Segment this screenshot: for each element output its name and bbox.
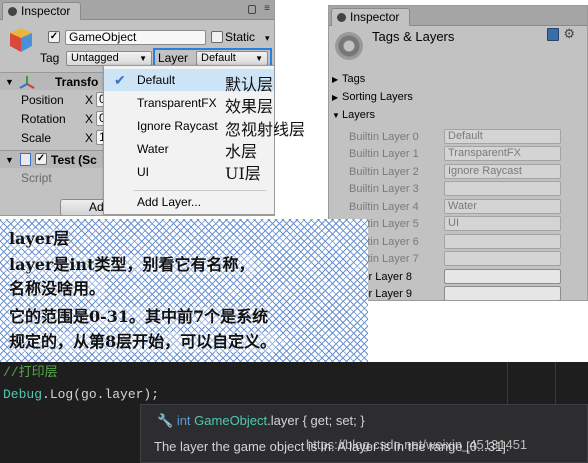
tags-layers-title: Tags & Layers — [372, 29, 455, 44]
annotation-ui: UI层 — [225, 164, 261, 183]
script-label: Script — [21, 171, 52, 185]
static-label: Static — [225, 30, 256, 44]
inspector-tab-bar: Inspector — [329, 6, 587, 26]
foldout-icon[interactable]: ▼ — [5, 155, 14, 165]
layer-name-input[interactable] — [444, 269, 561, 284]
layer-row-label: Builtin Layer 0 — [349, 131, 419, 143]
layer-name-field: TransparentFX — [444, 146, 561, 161]
static-checkbox[interactable] — [211, 31, 223, 43]
tooltip-accessors: { get; set; } — [298, 413, 365, 428]
tags-foldout[interactable]: ▶ Tags — [332, 72, 365, 87]
note-line: 它的范围是0-31。其中前7个是系统 — [9, 307, 269, 327]
note-line: layer层 — [9, 229, 70, 249]
annotation-transparentfx: 效果层 — [225, 97, 274, 116]
tags-layers-gear-icon — [335, 32, 363, 60]
add-layer-option[interactable]: Add Layer... — [104, 191, 274, 213]
gameobject-name-field[interactable]: GameObject — [65, 30, 206, 45]
layer-option-label: Default — [137, 73, 176, 87]
layers-section-label: Layers — [342, 109, 376, 121]
layer-option-label: Water — [137, 142, 169, 156]
scale-label: Scale — [21, 131, 52, 145]
script-file-icon — [20, 153, 31, 166]
layer-option-label: TransparentFX — [137, 96, 217, 110]
foldout-icon[interactable]: ▼ — [5, 77, 14, 87]
chevron-down-icon: ▼ — [139, 54, 147, 63]
position-label: Position — [21, 93, 64, 107]
inspector-tab[interactable]: Inspector — [2, 2, 82, 20]
foldout-down-icon: ▼ — [332, 111, 340, 120]
info-icon — [337, 13, 346, 22]
tooltip-keyword: int — [176, 413, 191, 428]
tag-dropdown-value: Untagged — [71, 52, 119, 64]
info-icon — [8, 7, 17, 16]
rotation-label: Rotation — [21, 112, 66, 126]
intellisense-tooltip: 🔧 int GameObject.layer { get; set; } The… — [140, 404, 588, 463]
rotation-x-label: X — [85, 112, 94, 126]
gameobject-cube-icon — [10, 28, 32, 52]
layer-name-field — [444, 251, 561, 266]
static-dropdown-arrow-icon[interactable]: ▾ — [265, 31, 270, 45]
transform-title: Transfo — [55, 75, 99, 89]
annotation-water: 水层 — [225, 142, 258, 161]
layer-row-label: Builtin Layer 3 — [349, 183, 419, 195]
code-comment: //打印层 — [3, 365, 58, 380]
inspector-tab-bar: Inspector ≡ — [0, 0, 274, 20]
wrench-icon: 🔧 — [157, 413, 174, 428]
layer-row-label: Builtin Layer 4 — [349, 201, 419, 213]
settings-gear-icon[interactable]: ⚙ — [563, 26, 575, 42]
layer-option-label: UI — [137, 165, 149, 179]
sorting-layers-foldout[interactable]: ▶ Sorting Layers — [332, 90, 413, 105]
note-line: 规定的，从第8层开始，可以自定义。 — [9, 332, 277, 352]
tooltip-signature: 🔧 int GameObject.layer { get; set; } — [157, 413, 365, 429]
layer-name-field — [444, 234, 561, 249]
panel-menu-icon[interactable]: ≡ — [264, 4, 270, 14]
position-x-label: X — [85, 93, 94, 107]
inspector-tab[interactable]: Inspector — [331, 8, 411, 26]
layers-foldout[interactable]: ▼ Layers — [332, 108, 375, 123]
add-layer-label: Add Layer... — [137, 195, 202, 209]
script-enabled-checkbox[interactable]: ✓ — [35, 153, 47, 165]
layer-row-label: Builtin Layer 1 — [349, 148, 419, 160]
code-line[interactable]: Debug.Log(go.layer); — [3, 386, 159, 404]
scale-x-label: X — [85, 131, 94, 145]
inspector-tab-label: Inspector — [21, 4, 71, 18]
add-component-button-label: Ad — [89, 200, 104, 214]
inspector-tab-label: Inspector — [350, 10, 400, 24]
code-method-call: .Log(go.layer); — [42, 387, 160, 402]
code-class-name: Debug — [3, 387, 43, 402]
layer-name-input[interactable] — [444, 286, 561, 300]
transform-axis-icon — [19, 76, 35, 89]
note-line: 名称没啥用。 — [9, 279, 106, 299]
active-checkbox[interactable]: ✓ — [48, 31, 60, 43]
explanation-note: layer层 layer是int类型，别看它有名称， 名称没啥用。 它的范围是0… — [0, 219, 368, 362]
watermark: https://blog.csdn.net/weixin_45131451 — [306, 437, 528, 452]
script-component-title: Test (Sc — [51, 153, 97, 167]
checkmark-icon: ✔ — [114, 72, 126, 88]
tags-section-label: Tags — [342, 73, 366, 85]
layer-option-label: Ignore Raycast — [137, 119, 218, 133]
help-book-icon[interactable] — [547, 28, 559, 41]
lock-icon[interactable] — [248, 5, 256, 14]
tag-label: Tag — [40, 51, 60, 65]
tooltip-member: .layer — [267, 413, 299, 428]
sorting-layers-section-label: Sorting Layers — [342, 91, 413, 103]
tooltip-type: GameObject — [194, 413, 268, 428]
layer-name-field: Water — [444, 199, 561, 214]
layer-name-field: UI — [444, 216, 561, 231]
foldout-right-icon: ▶ — [332, 75, 339, 84]
layer-name-field — [444, 181, 561, 196]
annotation-default: 默认层 — [225, 75, 274, 94]
tag-dropdown[interactable]: Untagged ▼ — [66, 51, 152, 66]
layer-name-field: Ignore Raycast — [444, 164, 561, 179]
note-line: layer是int类型，别看它有名称， — [9, 255, 255, 275]
foldout-right-icon: ▶ — [332, 93, 339, 102]
layer-row-label: Builtin Layer 2 — [349, 166, 419, 178]
layer-name-field: Default — [444, 129, 561, 144]
annotation-ignore-raycast: 忽视射线层 — [225, 120, 306, 139]
